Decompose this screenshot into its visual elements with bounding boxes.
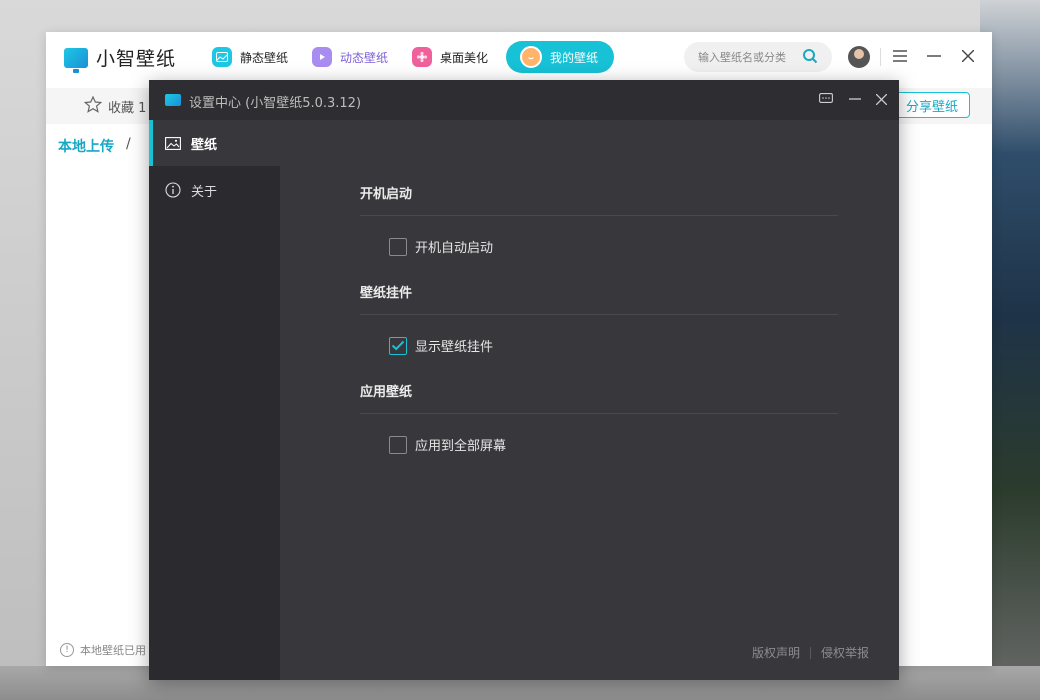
section-divider <box>360 413 838 414</box>
section-title: 应用壁纸 <box>360 385 413 400</box>
footer-divider <box>809 646 811 659</box>
checkbox-unchecked[interactable] <box>389 435 407 454</box>
search-icon[interactable] <box>802 48 818 67</box>
app-logo: 小智壁纸 <box>64 44 177 73</box>
apply-all-screens-checkbox[interactable]: 应用到全部屏幕 <box>389 435 506 454</box>
search-input[interactable]: 输入壁纸名或分类 <box>684 42 832 72</box>
app-logo-icon <box>165 94 181 106</box>
dialog-sidebar: 壁纸 关于 <box>149 120 280 680</box>
close-icon[interactable] <box>958 46 978 66</box>
smile-icon <box>520 46 543 68</box>
search-placeholder: 输入壁纸名或分类 <box>698 51 786 64</box>
checkbox-label: 开机自动启动 <box>415 241 494 256</box>
avatar[interactable] <box>848 46 870 68</box>
checkbox-label: 应用到全部屏幕 <box>415 439 507 454</box>
favorites-button[interactable]: 收藏 1 <box>83 95 147 117</box>
app-title: 小智壁纸 <box>96 48 177 70</box>
image-icon <box>165 136 181 150</box>
storage-note-text: 本地壁纸已用 <box>80 644 146 657</box>
nav-desktop-beautify[interactable]: 桌面美化 <box>406 41 498 73</box>
dialog-title: 设置中心 (小智壁纸5.0.3.12) <box>189 96 362 111</box>
show-widget-checkbox[interactable]: 显示壁纸挂件 <box>389 336 493 355</box>
share-button[interactable]: 分享壁纸 <box>894 92 970 118</box>
favorites-label: 收藏 1 <box>108 101 147 116</box>
main-nav: 静态壁纸 动态壁纸 桌面美化 我的壁纸 <box>206 41 622 73</box>
checkbox-label: 显示壁纸挂件 <box>415 340 494 355</box>
breadcrumb-root[interactable]: 本地上传 <box>58 136 114 156</box>
sidebar-item-label: 关于 <box>191 184 218 200</box>
dialog-minimize-icon[interactable] <box>846 90 864 108</box>
section-apply: 应用壁纸 <box>360 381 838 414</box>
image-icon <box>212 47 232 67</box>
sidebar-item-wallpaper[interactable]: 壁纸 <box>149 120 280 166</box>
copyright-link[interactable]: 版权声明 <box>752 644 800 661</box>
storage-note: ! 本地壁纸已用 <box>60 642 146 658</box>
play-icon <box>312 47 333 67</box>
section-divider <box>360 215 838 216</box>
section-widget: 壁纸挂件 <box>360 282 838 315</box>
nav-label: 静态壁纸 <box>240 50 289 65</box>
section-startup: 开机启动 <box>360 183 838 216</box>
dialog-titlebar: 设置中心 (小智壁纸5.0.3.12) <box>149 80 899 120</box>
report-link[interactable]: 侵权举报 <box>821 644 869 661</box>
flower-icon <box>412 47 433 67</box>
dialog-close-icon[interactable] <box>872 90 890 108</box>
star-icon <box>83 95 103 117</box>
menu-icon[interactable] <box>890 46 910 66</box>
info-icon: ! <box>60 643 74 657</box>
sidebar-item-label: 壁纸 <box>191 137 218 153</box>
section-title: 壁纸挂件 <box>360 286 413 301</box>
minimize-icon[interactable] <box>924 46 944 66</box>
dialog-footer: 版权声明 侵权举报 <box>752 644 869 661</box>
sidebar-item-about[interactable]: 关于 <box>149 167 280 213</box>
checkmark-icon <box>391 340 405 351</box>
nav-label: 动态壁纸 <box>340 50 389 65</box>
settings-dialog: 设置中心 (小智壁纸5.0.3.12) 壁纸 关于 开机启动 开机自动启动 壁纸… <box>149 80 899 680</box>
checkbox-checked[interactable] <box>389 336 407 355</box>
checkbox-unchecked[interactable] <box>389 237 407 256</box>
section-title: 开机启动 <box>360 187 413 202</box>
nav-dynamic-wallpaper[interactable]: 动态壁纸 <box>306 41 398 73</box>
nav-label: 桌面美化 <box>440 50 489 65</box>
info-icon <box>165 182 181 198</box>
autostart-checkbox[interactable]: 开机自动启动 <box>389 237 493 256</box>
nav-my-wallpaper[interactable]: 我的壁纸 <box>506 41 615 73</box>
app-header: 小智壁纸 静态壁纸 动态壁纸 桌面美化 我的壁纸 输入壁纸名或分类 <box>46 32 992 82</box>
nav-label: 我的壁纸 <box>550 50 599 65</box>
breadcrumb-separator: / <box>126 136 131 152</box>
nav-static-wallpaper[interactable]: 静态壁纸 <box>206 41 298 73</box>
monitor-logo-icon <box>64 47 88 73</box>
header-divider <box>880 48 881 66</box>
feedback-icon[interactable] <box>817 90 835 108</box>
section-divider <box>360 314 838 315</box>
